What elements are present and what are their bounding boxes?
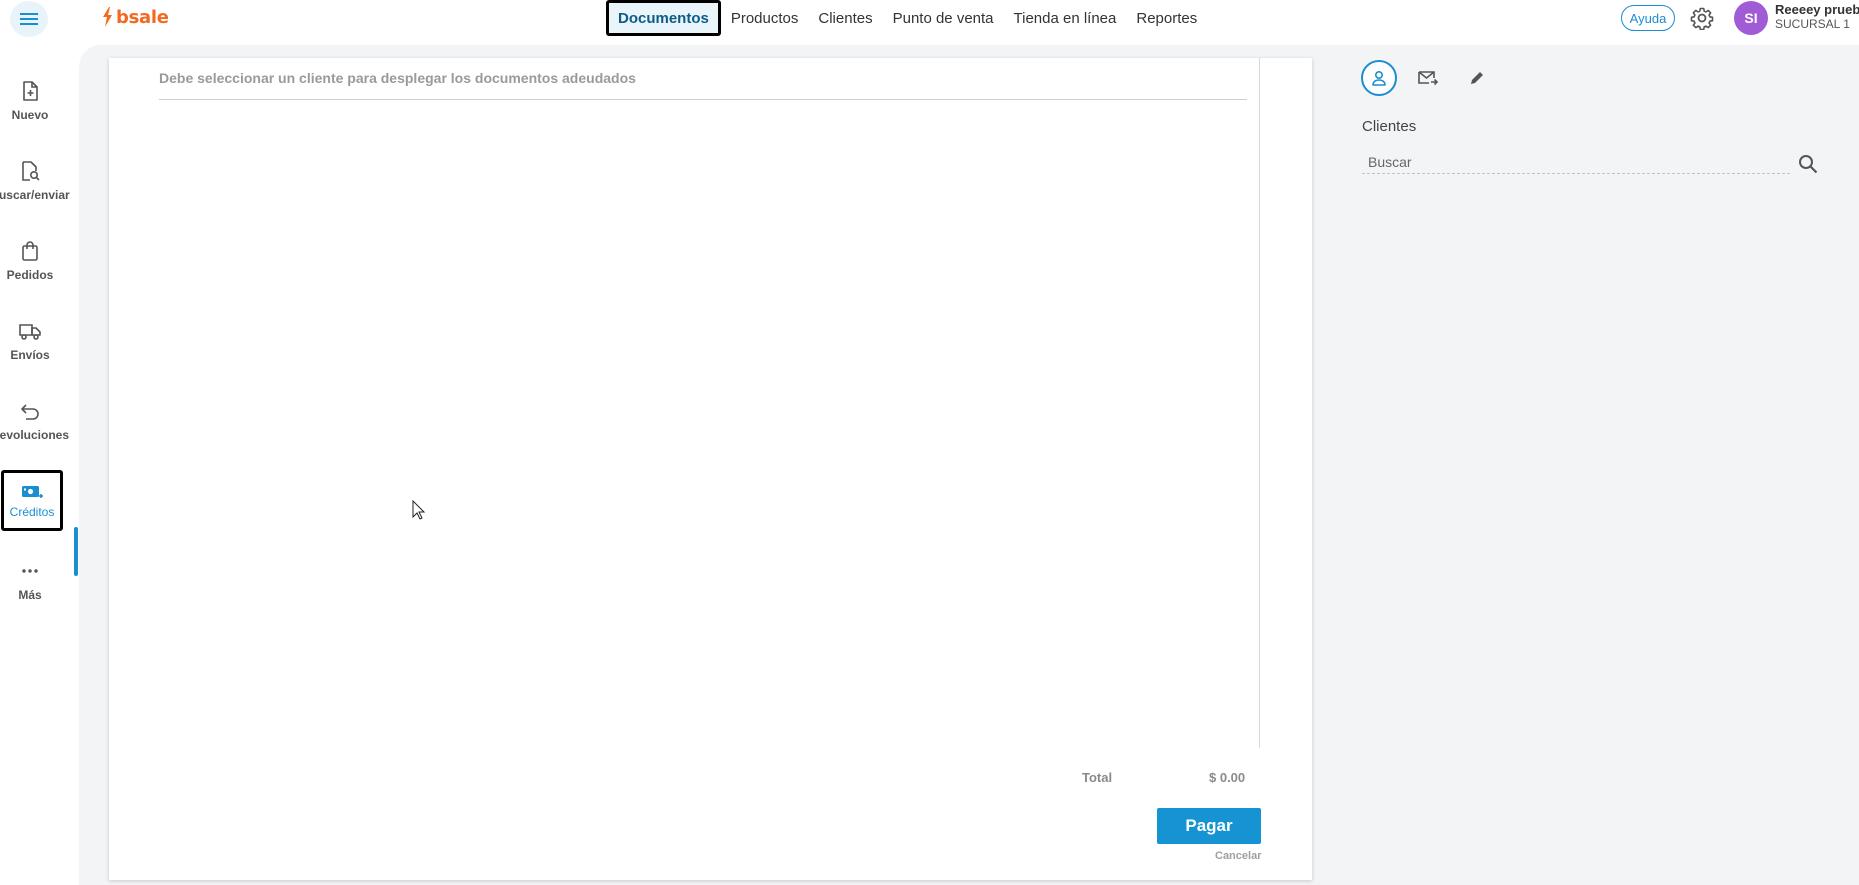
return-arrow-icon (21, 404, 39, 420)
nav-reportes[interactable]: Reportes (1126, 0, 1207, 36)
select-client-message: Debe seleccionar un cliente para despleg… (159, 70, 636, 86)
nav-clientes[interactable]: Clientes (808, 0, 882, 36)
shopping-bag-icon (22, 241, 38, 261)
vertical-divider (1259, 58, 1260, 748)
sidebar-item-envios[interactable]: Envíos (0, 306, 60, 376)
total-label: Total (1082, 770, 1113, 785)
tab-email[interactable] (1410, 60, 1446, 96)
new-document-icon (23, 81, 38, 101)
active-indicator (74, 527, 78, 576)
divider (159, 99, 1247, 100)
pay-button[interactable]: Pagar (1157, 808, 1261, 844)
nav-tienda-en-linea[interactable]: Tienda en línea (1004, 0, 1127, 36)
bsale-logo-icon (103, 7, 112, 27)
search-icon[interactable] (1797, 153, 1819, 175)
total-value: $ 0.00 (1209, 770, 1246, 785)
sidebar-item-mas[interactable]: Más (0, 546, 60, 616)
credit-money-icon (22, 486, 43, 498)
clients-title: Clientes (1362, 118, 1417, 135)
person-icon (1372, 70, 1386, 86)
sidebar-item-label: Créditos (9, 505, 55, 519)
top-navigation: Documentos Productos Clientes Punto de v… (606, 0, 1207, 36)
mail-forward-icon (1418, 71, 1439, 86)
hamburger-menu-button[interactable] (10, 1, 48, 37)
tab-edit[interactable] (1459, 60, 1495, 96)
sidebar-item-devoluciones[interactable]: Devoluciones (0, 386, 76, 456)
user-info[interactable]: Reeeey prueb. SUCURSAL 1 (1775, 2, 1859, 32)
tab-client[interactable] (1361, 60, 1397, 96)
sidebar-item-pedidos[interactable]: Pedidos (0, 226, 60, 296)
sidebar-item-label: Nuevo (11, 108, 49, 122)
sidebar-item-nuevo[interactable]: Nuevo (0, 66, 60, 136)
help-button[interactable]: Ayuda (1621, 5, 1675, 31)
sidebar-item-label: Envíos (10, 348, 50, 362)
client-search-input[interactable] (1362, 150, 1790, 174)
client-search (1362, 150, 1790, 174)
search-document-icon (22, 161, 40, 181)
sidebar-item-label: Buscar/enviar (0, 188, 70, 202)
sidebar-item-buscar-enviar[interactable]: Buscar/enviar (0, 146, 76, 216)
cancel-link[interactable]: Cancelar (1215, 850, 1261, 862)
sidebar-item-label: Devoluciones (0, 428, 70, 442)
nav-documentos[interactable]: Documentos (606, 0, 721, 36)
debts-card: Debe seleccionar un cliente para despleg… (109, 58, 1312, 880)
gear-icon[interactable] (1690, 6, 1714, 30)
nav-punto-de-venta[interactable]: Punto de venta (883, 0, 1004, 36)
nav-productos[interactable]: Productos (721, 0, 809, 36)
sidebar-item-label: Pedidos (6, 268, 54, 282)
top-bar: bsale Documentos Productos Clientes Punt… (0, 0, 1859, 37)
sidebar-item-creditos[interactable]: Créditos (1, 470, 63, 531)
user-name: Reeeey prueb. (1775, 2, 1859, 17)
logo-text: bsale (116, 6, 169, 28)
sidebar-item-label: Más (18, 588, 42, 602)
sidebar: Nuevo Buscar/enviar Pedidos Envíos (0, 50, 78, 885)
branch-name: SUCURSAL 1 (1775, 17, 1850, 31)
bsale-logo[interactable]: bsale (100, 6, 169, 28)
more-dots-icon (22, 569, 38, 573)
pencil-icon (1471, 72, 1483, 84)
truck-icon (19, 324, 41, 340)
mouse-cursor-icon (412, 500, 426, 520)
menu-icon (20, 13, 38, 25)
user-avatar[interactable]: SI (1734, 1, 1768, 35)
